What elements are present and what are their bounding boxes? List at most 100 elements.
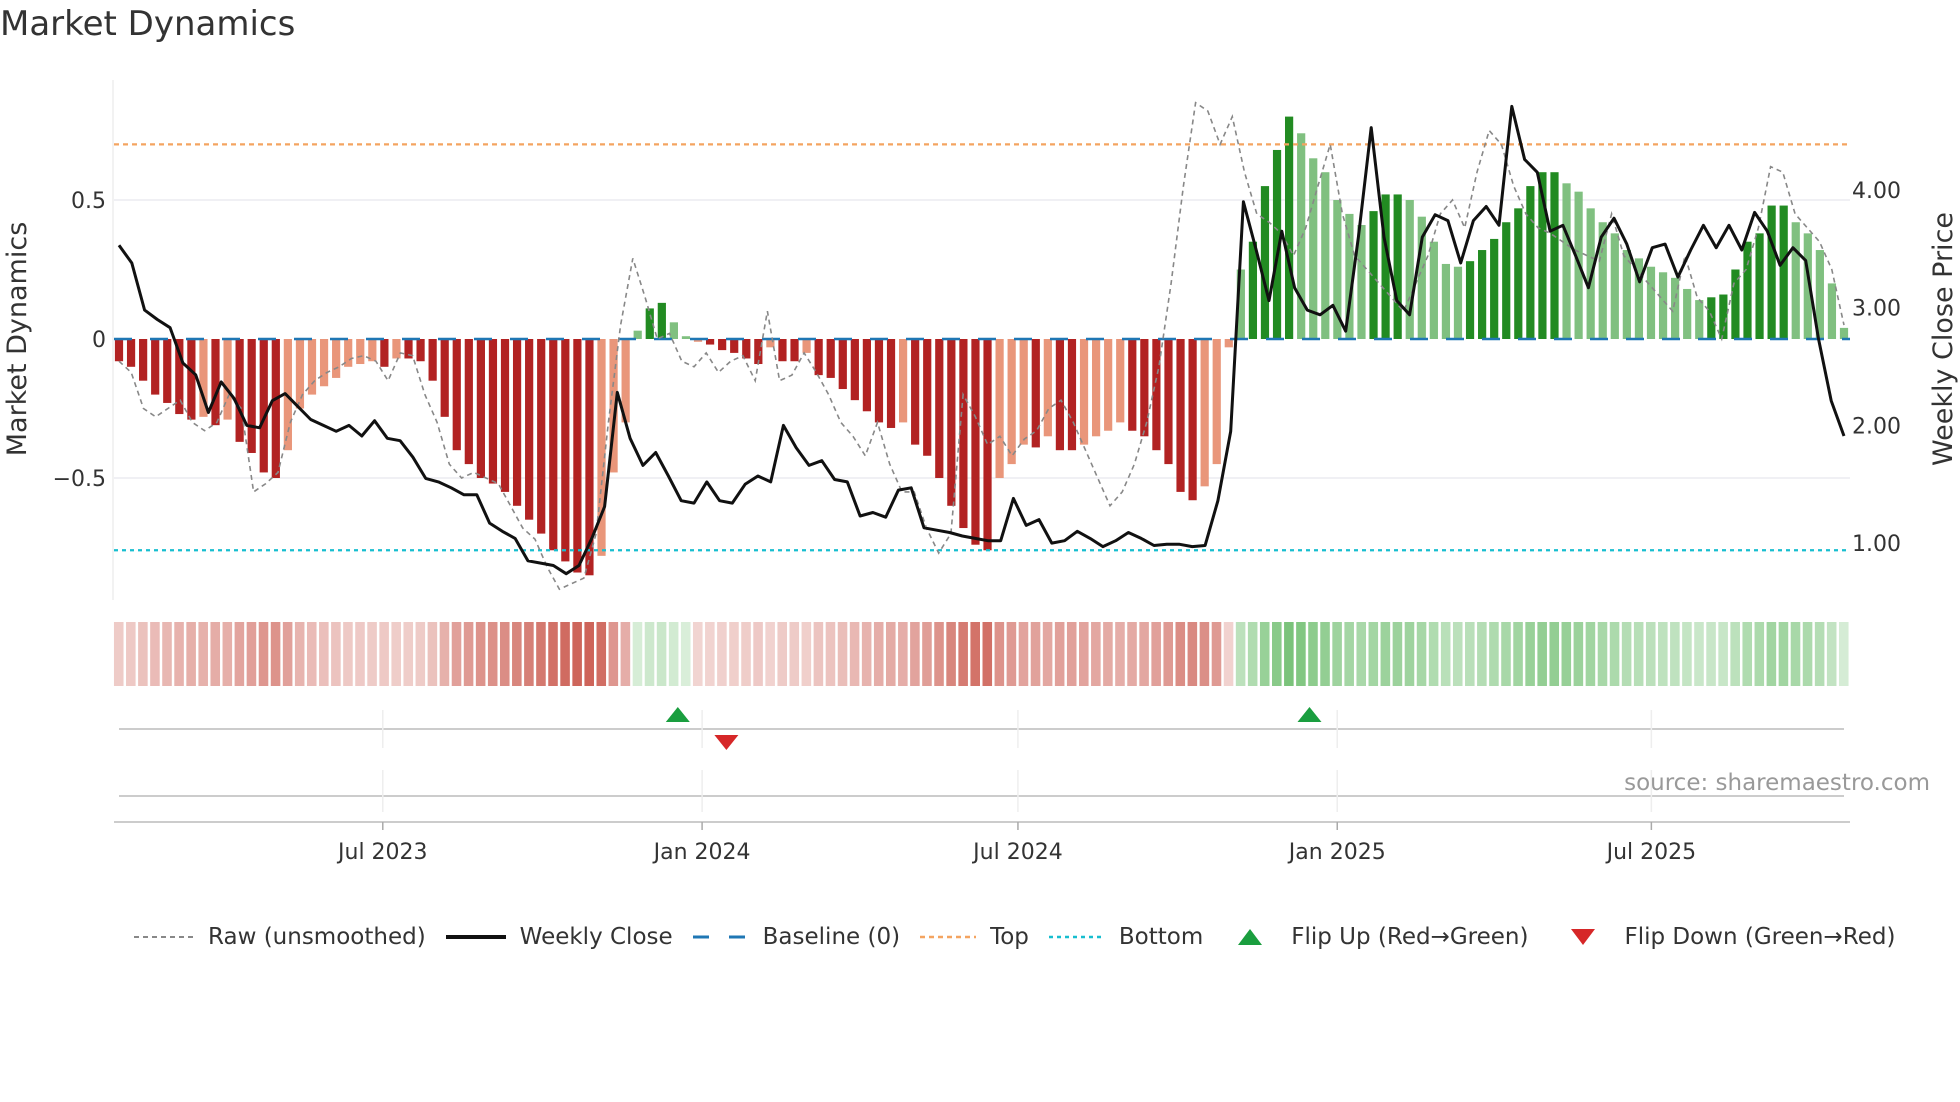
strip-cell (1597, 622, 1608, 686)
strip-cell (849, 622, 860, 686)
dynamics-bar (1453, 266, 1463, 339)
strip-cell (1368, 622, 1379, 686)
strip-cell (451, 622, 462, 686)
dynamics-bar (874, 339, 884, 423)
dynamics-bar (416, 339, 425, 362)
y2-tick-label: 1.00 (1852, 532, 1901, 557)
dynamics-bar (525, 339, 534, 520)
dynamics-bar (1019, 339, 1028, 445)
legend-item-baseline[interactable]: Baseline (0) (692, 924, 900, 950)
dynamics-bar (1646, 266, 1656, 339)
dynamics-bar (380, 339, 389, 367)
strip-cell (210, 622, 221, 686)
dynamics-bar (295, 339, 305, 409)
strip-cell (222, 622, 233, 686)
strip-cell (1066, 622, 1077, 686)
strip-cell (1272, 622, 1282, 686)
dynamics-bar (500, 339, 510, 492)
strip-cell (873, 622, 884, 686)
dynamics-bar (307, 339, 317, 395)
strip-cell (680, 622, 691, 686)
strip-cell (1247, 622, 1258, 686)
strip-cell (1416, 622, 1427, 686)
dynamics-bar (802, 339, 811, 353)
dynamics-bar (440, 339, 449, 417)
dynamics-bar (1285, 116, 1294, 339)
strip-cell (1706, 622, 1716, 686)
dynamics-bar (947, 339, 956, 506)
dynamics-bar (959, 339, 968, 529)
dynamics-bar (1514, 208, 1523, 339)
strip-cell (1501, 622, 1511, 686)
strip-cell (367, 622, 377, 686)
dynamics-bar (512, 339, 522, 506)
strip-cell (113, 622, 124, 686)
strip-cell (1296, 622, 1306, 686)
strip-cell (584, 622, 594, 686)
strip-cell (560, 622, 570, 686)
legend-item-flip-down[interactable]: Flip Down (Green→Red) (1570, 924, 1895, 950)
dynamics-bar (1369, 211, 1378, 339)
x-tick-label: Jan 2025 (1287, 840, 1386, 865)
strip-cell (186, 622, 196, 686)
y-axis-label: Market Dynamics (2, 222, 33, 457)
strip-cell (1115, 622, 1125, 686)
dotted-orange-line-icon (920, 935, 977, 939)
strip-cell (1127, 622, 1137, 686)
y-tick-label: 0 (92, 328, 106, 353)
dynamics-bar (886, 339, 896, 428)
strip-cell (282, 622, 293, 686)
strip-cell (355, 622, 365, 686)
dynamics-bar (1067, 339, 1077, 451)
strip-cell (1030, 622, 1041, 686)
strip-cell (1633, 622, 1644, 686)
dynamics-bar (911, 339, 920, 445)
legend-item-flip-up[interactable]: Flip Up (Red→Green) (1237, 924, 1528, 950)
dynamics-bar (935, 339, 944, 478)
legend-item-raw[interactable]: Raw (unsmoothed) (134, 924, 426, 950)
strip-cell (403, 622, 414, 686)
strip-cell (1356, 622, 1367, 686)
strip-cell (705, 622, 715, 686)
dynamics-bar (1212, 339, 1221, 465)
dynamics-bar (633, 330, 642, 339)
dynamics-bar (1767, 205, 1776, 339)
strip-cell (1103, 622, 1113, 686)
dynamics-bar (850, 339, 859, 401)
dynamics-bar (464, 339, 473, 465)
dynamics-bar (1260, 186, 1270, 339)
dynamics-bar (1176, 339, 1185, 492)
strip-cell (885, 622, 896, 686)
strip-cell (958, 622, 968, 686)
legend-item-bottom[interactable]: Bottom (1048, 924, 1203, 950)
dynamics-bar (1079, 339, 1089, 445)
legend-label: Flip Down (Green→Red) (1624, 924, 1896, 950)
strip-cell (1609, 622, 1620, 686)
strip-cell (1573, 622, 1584, 686)
dynamics-bar (139, 339, 148, 381)
y2-axis-label: Weekly Close Price (1928, 212, 1959, 466)
dynamics-bar (1490, 238, 1499, 339)
dynamics-bar (790, 339, 799, 362)
legend-item-weekly-close[interactable]: Weekly Close (445, 924, 673, 950)
strip-cell (126, 622, 136, 686)
strip-cell (1838, 622, 1849, 686)
dynamics-bar (826, 339, 835, 378)
strip-cell (934, 622, 944, 686)
dynamics-bar (1007, 339, 1016, 465)
strip-cell (596, 622, 607, 686)
strip-cell (898, 622, 908, 686)
strip-cell (1018, 622, 1029, 686)
x-tick-label: Jul 2024 (971, 840, 1063, 865)
dynamics-bars (114, 116, 1849, 576)
strip-cell (270, 622, 281, 686)
strip-cell (1006, 622, 1017, 686)
strip-cell (1344, 622, 1354, 686)
flip-up-marker (665, 707, 690, 722)
legend-item-top[interactable]: Top (920, 924, 1029, 950)
strip-cell (1091, 622, 1101, 686)
legend-label: Top (990, 924, 1029, 950)
strip-cell (487, 622, 498, 686)
strip-cell (1645, 622, 1656, 686)
dynamics-bar (319, 339, 329, 387)
